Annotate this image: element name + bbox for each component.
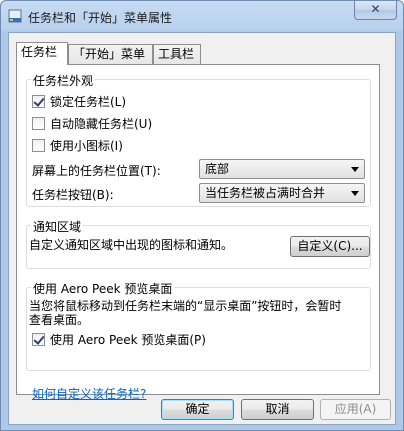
taskbar-buttons-value: 当任务栏被占满时合并 [205, 186, 326, 200]
help-link[interactable]: 如何自定义该任务栏? [32, 385, 146, 402]
chevron-down-icon [351, 191, 359, 196]
aero-peek-group: 使用 Aero Peek 预览桌面 当您将鼠标移动到任务栏末端的“显示桌面”按钮… [26, 280, 371, 371]
cancel-button[interactable]: 取消 [241, 399, 314, 420]
autohide-taskbar-label: 自动隐藏任务栏(U) [50, 117, 153, 131]
notification-area-description: 自定义通知区域中出现的图标和通知。 [29, 238, 234, 252]
autohide-taskbar-checkbox[interactable] [32, 117, 45, 130]
tab-start-menu[interactable]: 「开始」菜单 [68, 44, 153, 64]
taskbar-buttons-label: 任务栏按钮(B): [32, 188, 114, 202]
lock-taskbar-label: 锁定任务栏(L) [50, 95, 127, 109]
taskbar-buttons-dropdown[interactable]: 当任务栏被占满时合并 [199, 183, 365, 203]
tab-panel-taskbar: 任务栏外观 锁定任务栏(L) 自动隐藏任务栏(U) 使用小图标(I) 屏幕上的任… [16, 64, 380, 401]
aero-peek-description-line1: 当您将鼠标移动到任务栏末端的“显示桌面”按钮时，会暂时 [29, 299, 342, 313]
aero-peek-title: 使用 Aero Peek 预览桌面 [31, 280, 175, 297]
window-title: 任务栏和「开始」菜单属性 [28, 11, 173, 25]
small-icons-label: 使用小图标(I) [50, 139, 123, 153]
dialog-client-area: 任务栏 「开始」菜单 工具栏 任务栏外观 锁定任务栏(L) 自动隐藏任务栏(U) [8, 32, 396, 425]
apply-button[interactable]: 应用(A) [320, 399, 391, 420]
aero-peek-checkbox[interactable] [32, 333, 45, 346]
aero-peek-label: 使用 Aero Peek 预览桌面(P) [50, 333, 206, 347]
taskbar-position-dropdown[interactable]: 底部 [199, 159, 365, 179]
autohide-taskbar-row[interactable]: 自动隐藏任务栏(U) [32, 115, 152, 132]
small-icons-row[interactable]: 使用小图标(I) [32, 137, 123, 154]
small-icons-checkbox[interactable] [32, 139, 45, 152]
lock-taskbar-checkbox[interactable] [32, 95, 45, 108]
taskbar-properties-icon [8, 9, 22, 23]
notification-area-group: 通知区域 自定义通知区域中出现的图标和通知。 自定义(C)... [26, 218, 371, 269]
taskbar-position-label: 屏幕上的任务栏位置(T): [32, 164, 161, 178]
taskbar-appearance-title: 任务栏外观 [31, 72, 96, 89]
aero-peek-description-line2: 查看桌面。 [29, 313, 90, 327]
tab-taskbar[interactable]: 任务栏 [16, 42, 68, 65]
taskbar-position-value: 底部 [205, 162, 230, 176]
close-icon: ✕ [370, 2, 381, 16]
ok-button[interactable]: 确定 [161, 399, 234, 420]
taskbar-appearance-group: 任务栏外观 锁定任务栏(L) 自动隐藏任务栏(U) 使用小图标(I) 屏幕上的任… [26, 72, 371, 207]
customize-notifications-button[interactable]: 自定义(C)... [290, 236, 370, 257]
notification-area-title: 通知区域 [31, 218, 84, 235]
aero-peek-description: 当您将鼠标移动到任务栏末端的“显示桌面”按钮时，会暂时 查看桌面。 [29, 299, 371, 327]
aero-peek-row[interactable]: 使用 Aero Peek 预览桌面(P) [32, 331, 206, 348]
tab-toolbars[interactable]: 工具栏 [153, 44, 201, 64]
close-button[interactable]: ✕ [354, 1, 397, 20]
dialog-window: 任务栏和「开始」菜单属性 ✕ 任务栏 「开始」菜单 工具栏 任务栏外观 锁定任务… [0, 0, 404, 431]
chevron-down-icon [351, 167, 359, 172]
title-bar[interactable]: 任务栏和「开始」菜单属性 ✕ [1, 1, 403, 32]
lock-taskbar-row[interactable]: 锁定任务栏(L) [32, 93, 126, 110]
